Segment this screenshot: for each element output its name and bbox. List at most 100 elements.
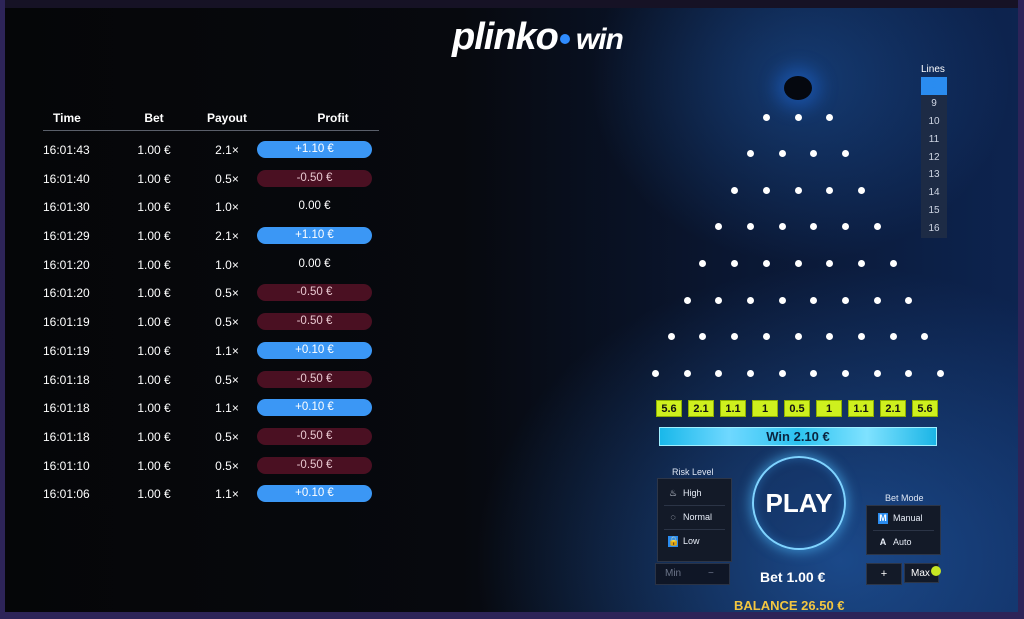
peg [905, 369, 913, 377]
row-time: 16:01:20 [43, 257, 90, 272]
row-profit: +1.10 € [257, 227, 372, 245]
row-payout: 2.1× [215, 143, 239, 157]
peg [667, 333, 675, 341]
bet-mode-manual[interactable]: M Manual [878, 513, 923, 524]
lines-option-11[interactable]: 11 [921, 131, 947, 149]
peg [873, 223, 881, 231]
row-payout: 1.0× [215, 257, 239, 272]
logo-win: win [575, 23, 624, 56]
row-bet: 1.00 € [137, 343, 171, 358]
peg [921, 333, 929, 341]
ball-drop-hole [784, 76, 812, 100]
row-payout: 1.1× [215, 343, 239, 358]
row-profit: -0.50 € [257, 370, 372, 388]
game-screen: plinko win Time Bet Payout Profit 16:01:4… [0, 0, 1024, 619]
lines-option-16[interactable]: 16 [921, 220, 947, 238]
row-bet: 1.00 € [137, 200, 171, 215]
peg [826, 259, 834, 267]
table-row: 16:01:10 1.00 € 0.5× -0.50 € [43, 456, 379, 486]
divider [873, 530, 934, 531]
logo-dot-icon [559, 33, 570, 44]
row-profit: -0.50 € [257, 427, 372, 445]
divider [664, 505, 725, 506]
peg [810, 369, 818, 377]
frame-bottom [0, 612, 1024, 619]
plus-button[interactable]: + [866, 563, 902, 585]
peg [857, 333, 865, 341]
risk-option-normal[interactable]: ◌ Normal [668, 512, 712, 522]
lines-option-13[interactable]: 13 [921, 166, 947, 184]
bet-mode-panel: M Manual A Auto [866, 505, 941, 555]
row-time: 16:01:30 [43, 200, 90, 215]
multiplier-slots: 5.6 2.1 1.1 1 0.5 1 1.1 2.1 5.6 [656, 400, 940, 418]
table-row: 16:01:20 1.00 € 1.0× 0.00 € [43, 256, 379, 285]
bet-history-table: Time Bet Payout Profit 16:01:43 1.00 € 2.1… [43, 108, 379, 514]
play-button[interactable]: PLAY [752, 456, 846, 550]
peg [810, 150, 818, 158]
row-profit: 0.00 € [298, 200, 331, 213]
peg [683, 369, 691, 377]
table-row: 16:01:18 1.00 € 1.1× +0.10 € [43, 399, 379, 428]
peg [794, 333, 802, 341]
bet-mode-auto[interactable]: A Auto [878, 537, 912, 548]
peg [746, 369, 754, 377]
lines-option-10[interactable]: 10 [921, 113, 947, 131]
peg [842, 369, 850, 377]
peg [715, 223, 723, 231]
frame-top [0, 0, 1024, 8]
peg [715, 369, 723, 377]
row-profit: +1.10 € [257, 141, 372, 158]
row-bet: 1.00 € [137, 229, 171, 244]
risk-option-low[interactable]: 🔒 Low [668, 536, 700, 547]
header-profit: Profit [317, 111, 349, 125]
risk-option-label: Normal [683, 512, 713, 522]
peg [778, 150, 786, 158]
peg [826, 186, 834, 194]
bet-mode-label-text: Auto [893, 537, 912, 547]
lines-option-8[interactable]: 8 [921, 77, 947, 95]
row-profit: +0.10 € [257, 399, 372, 417]
row-time: 16:01:19 [43, 315, 90, 330]
bet-mode-label: Bet Mode [885, 493, 924, 503]
lines-selector: 8 9 10 11 12 13 14 15 16 [921, 77, 947, 239]
min-bet-control[interactable]: Min − [655, 563, 730, 585]
row-profit: -0.50 € [257, 456, 372, 474]
peg [889, 259, 897, 267]
peg [810, 223, 818, 231]
row-payout: 0.5× [215, 315, 239, 330]
row-payout: 0.5× [215, 372, 239, 387]
peg [857, 259, 865, 267]
peg [762, 113, 770, 121]
peg [746, 296, 754, 304]
risk-option-high[interactable]: ♨ High [668, 488, 702, 499]
lines-option-15[interactable]: 15 [921, 202, 947, 220]
row-time: 16:01:43 [43, 143, 90, 157]
history-header: Time Bet Payout Profit [43, 108, 379, 131]
lines-option-9[interactable]: 9 [921, 95, 947, 113]
row-payout: 0.5× [215, 458, 239, 473]
row-time: 16:01:40 [43, 171, 90, 186]
table-row: 16:01:19 1.00 € 0.5× -0.50 € [43, 313, 379, 342]
lines-label: Lines [921, 64, 945, 75]
multiplier-slot: 1.1 [848, 400, 874, 417]
peg [873, 369, 881, 377]
multiplier-slot: 0.5 [784, 400, 810, 417]
multiplier-slot: 5.6 [912, 400, 938, 417]
row-profit: +0.10 € [257, 341, 372, 359]
row-payout: 0.5× [215, 429, 239, 444]
mode-manual-icon: M [878, 513, 888, 524]
peg [731, 186, 739, 194]
peg [794, 259, 802, 267]
row-bet: 1.00 € [137, 171, 171, 186]
logo-main: plinko [452, 16, 559, 58]
peg [762, 259, 770, 267]
peg [778, 369, 786, 377]
minus-button[interactable]: − [708, 568, 714, 579]
drop-icon: ◌ [670, 512, 676, 522]
lines-option-14[interactable]: 14 [921, 184, 947, 202]
lines-option-12[interactable]: 12 [921, 149, 947, 167]
peg [842, 223, 850, 231]
peg [842, 296, 850, 304]
risk-option-label: Low [683, 536, 700, 546]
bet-amount: Bet 1.00 € [760, 569, 826, 585]
